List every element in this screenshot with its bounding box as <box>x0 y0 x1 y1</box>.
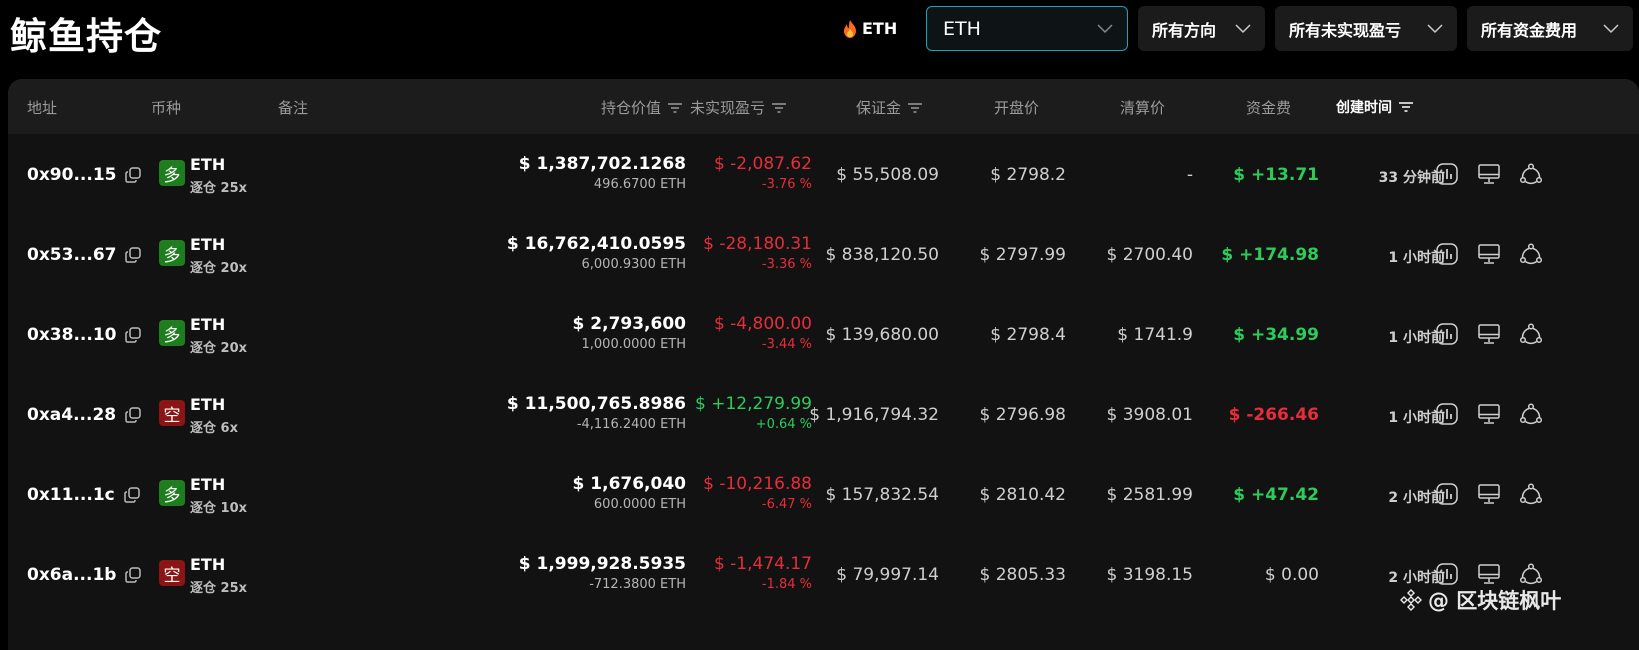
share-network-icon[interactable] <box>1519 402 1543 426</box>
share-network-icon[interactable] <box>1519 482 1543 506</box>
col-margin-label: 保证金 <box>855 99 901 117</box>
chart-bars-icon[interactable] <box>1435 562 1459 586</box>
col-position-value[interactable]: 持仓价值 <box>601 97 683 118</box>
share-network-icon[interactable] <box>1519 242 1543 266</box>
sort-filter-icon <box>908 102 922 113</box>
col-note: 备注 <box>278 99 309 117</box>
chevron-down-icon <box>1235 23 1251 33</box>
positions-table: 地址 币种 备注 持仓价值 未实现盈亏 保证金 开盘价 清算价 资金费 创建时间… <box>8 79 1639 650</box>
monitor-icon[interactable] <box>1477 322 1501 346</box>
watermark-text: @ 区块链枫叶 <box>1428 589 1562 613</box>
created-time: 33 分钟前 <box>1378 170 1445 186</box>
table-row[interactable]: 0x38...10 多 ETH 逐仓 20x $ 2,793,600 1,000… <box>8 294 1639 377</box>
chevron-down-icon <box>1603 23 1619 33</box>
sort-filter-icon <box>668 102 682 113</box>
chart-bars-icon[interactable] <box>1435 402 1459 426</box>
share-network-icon[interactable] <box>1519 562 1543 586</box>
table-header: 地址 币种 备注 持仓价值 未实现盈亏 保证金 开盘价 清算价 资金费 创建时间 <box>8 79 1639 134</box>
hot-coin-tag[interactable]: ETH <box>843 19 897 38</box>
monitor-icon[interactable] <box>1477 162 1501 186</box>
col-position-value-label: 持仓价值 <box>600 99 661 117</box>
monitor-icon[interactable] <box>1477 242 1501 266</box>
sort-filter-icon <box>1399 102 1413 112</box>
created-time: 1 小时前 <box>1388 330 1445 346</box>
col-coin: 币种 <box>151 99 182 117</box>
chart-bars-icon[interactable] <box>1435 482 1459 506</box>
sort-filter-icon <box>772 102 786 113</box>
chevron-down-icon <box>1427 23 1443 33</box>
table-row[interactable]: 0xa4...28 空 ETH 逐仓 6x $ 11,500,765.8986 … <box>8 374 1639 457</box>
binance-logo-icon <box>1400 589 1422 611</box>
col-margin[interactable]: 保证金 <box>856 97 923 118</box>
funding-select-value: 所有资金费用 <box>1481 20 1578 40</box>
created-time: 1 小时前 <box>1388 410 1445 426</box>
created-time: 2 小时前 <box>1388 490 1445 506</box>
table-row[interactable]: 0x6a...1b 空 ETH 逐仓 25x $ 1,999,928.5935 … <box>8 534 1639 617</box>
col-created[interactable]: 创建时间 <box>1336 97 1414 117</box>
pnl-select[interactable]: 所有未实现盈亏 <box>1275 6 1457 51</box>
pnl-select-value: 所有未实现盈亏 <box>1289 20 1402 40</box>
col-open-price: 开盘价 <box>993 99 1039 117</box>
col-address: 地址 <box>27 99 58 117</box>
table-row[interactable]: 0x90...15 多 ETH 逐仓 25x $ 1,387,702.1268 … <box>8 134 1639 217</box>
table-row[interactable]: 0x11...1c 多 ETH 逐仓 10x $ 1,676,040 600.0… <box>8 454 1639 537</box>
col-unrealized-pnl[interactable]: 未实现盈亏 <box>690 97 787 118</box>
col-created-label: 创建时间 <box>1336 100 1392 116</box>
funding-select[interactable]: 所有资金费用 <box>1467 6 1633 51</box>
monitor-icon[interactable] <box>1477 402 1501 426</box>
col-unrealized-pnl-label: 未实现盈亏 <box>689 99 765 117</box>
flame-icon <box>844 19 856 38</box>
monitor-icon[interactable] <box>1477 562 1501 586</box>
created-time: 1 小时前 <box>1388 250 1445 266</box>
chart-bars-icon[interactable] <box>1435 242 1459 266</box>
coin-select[interactable]: ETH <box>926 6 1128 51</box>
share-network-icon[interactable] <box>1519 162 1543 186</box>
direction-select-value: 所有方向 <box>1152 20 1217 40</box>
hot-coin-label: ETH <box>862 19 898 38</box>
page-title: 鲸鱼持仓 <box>10 15 162 58</box>
chart-bars-icon[interactable] <box>1435 162 1459 186</box>
monitor-icon[interactable] <box>1477 482 1501 506</box>
col-funding: 资金费 <box>1245 99 1291 117</box>
col-liq-price: 清算价 <box>1119 99 1165 117</box>
watermark: @ 区块链枫叶 <box>1400 585 1561 615</box>
coin-select-value: ETH <box>943 17 981 40</box>
created-time: 2 小时前 <box>1388 570 1445 586</box>
table-row[interactable]: 0x53...67 多 ETH 逐仓 20x $ 16,762,410.0595… <box>8 214 1639 297</box>
chevron-down-icon <box>1097 23 1113 33</box>
direction-select[interactable]: 所有方向 <box>1138 6 1265 51</box>
share-network-icon[interactable] <box>1519 322 1543 346</box>
chart-bars-icon[interactable] <box>1435 322 1459 346</box>
